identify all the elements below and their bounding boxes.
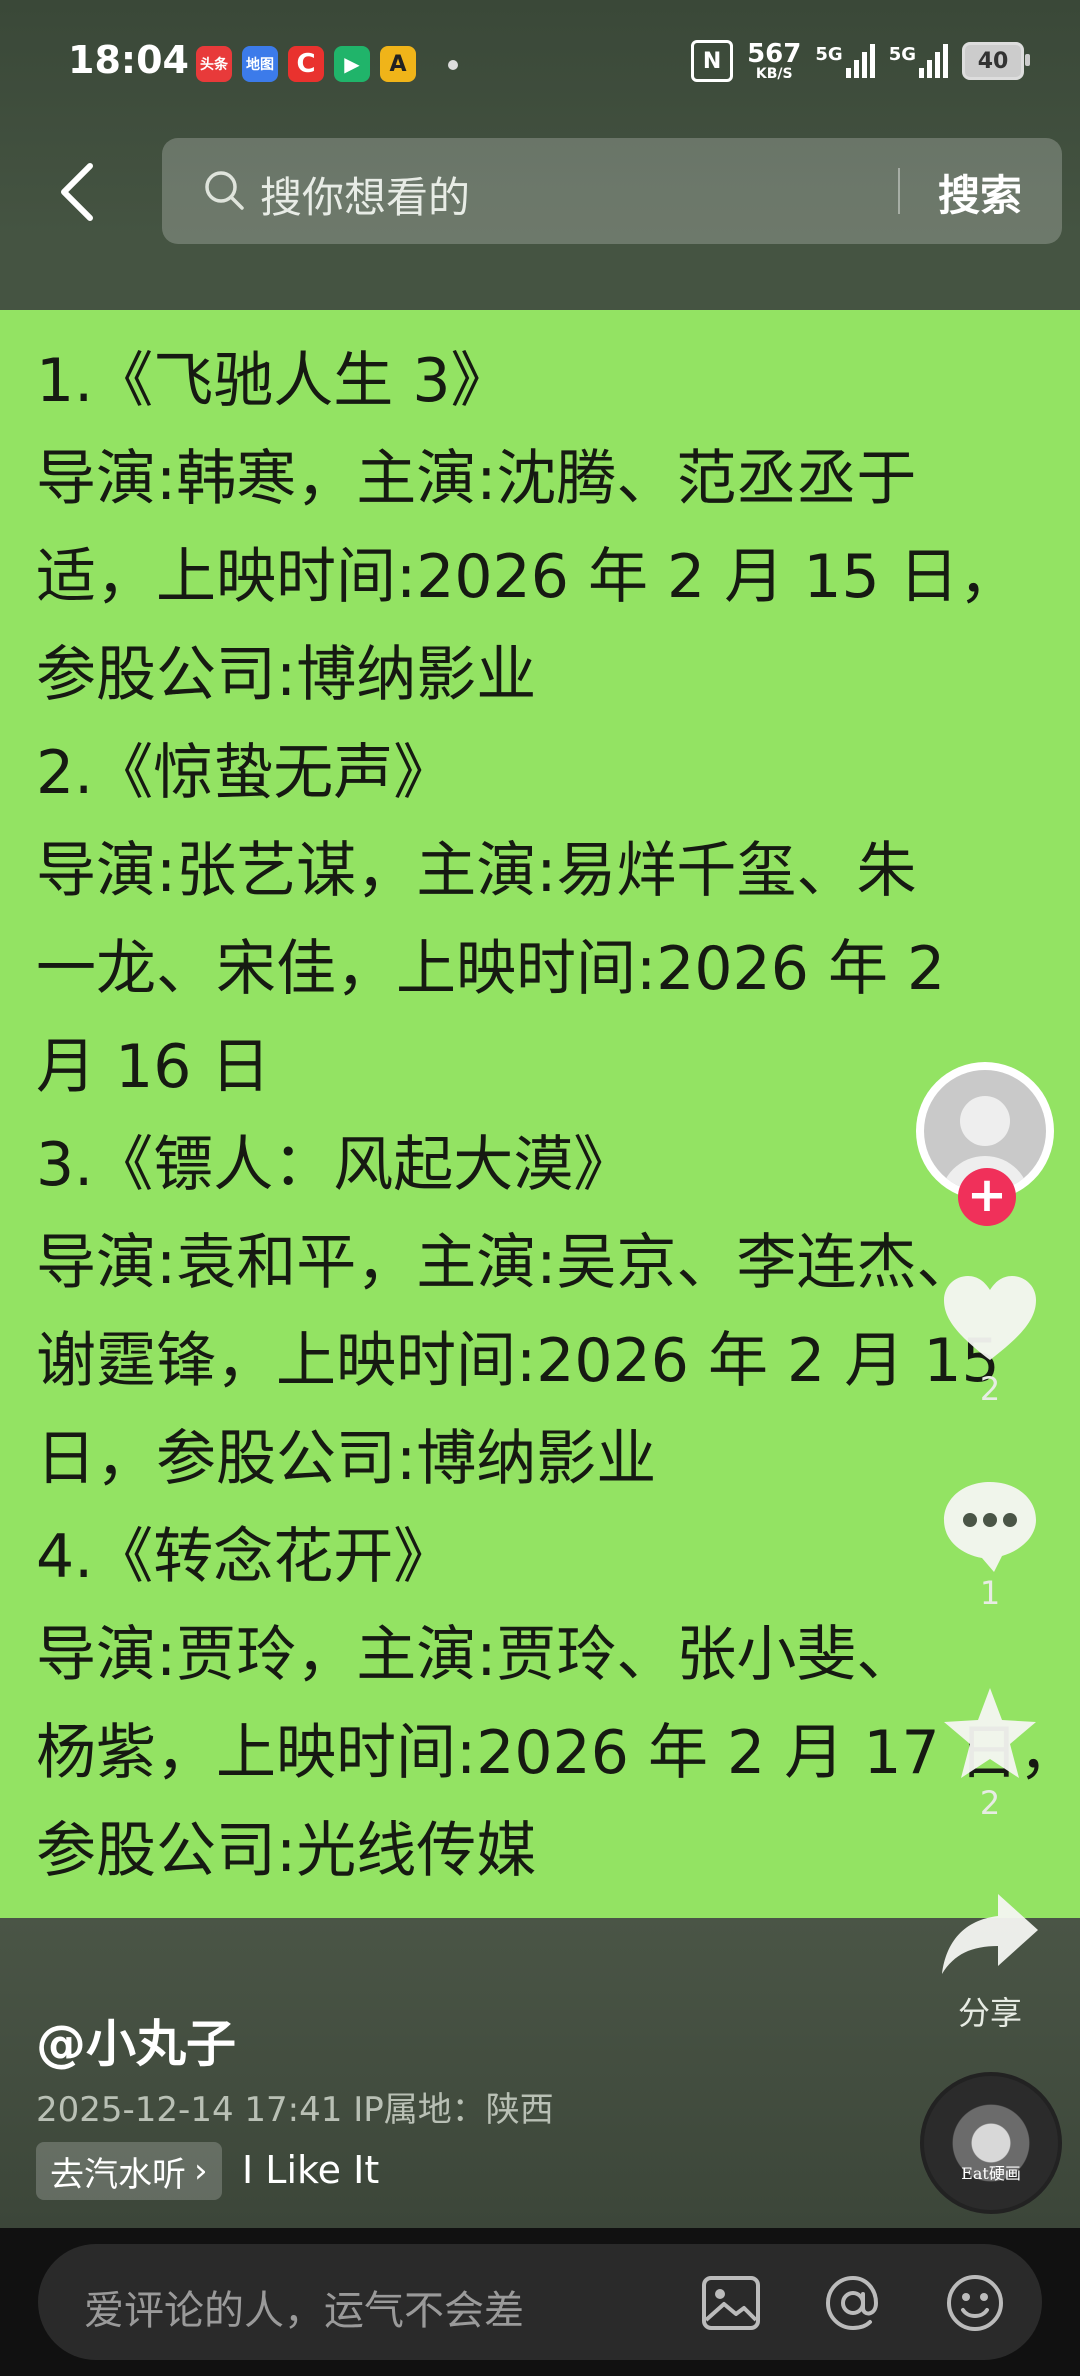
notification-app-icons: 头条 地图 C ▶ A <box>196 46 416 82</box>
c-app-icon: C <box>288 46 324 82</box>
post-line: 参股公司:光线传媒 <box>36 1816 537 1886</box>
listen-in-qishui-button[interactable]: 去汽水听 › <box>36 2142 222 2200</box>
post-line: 4.《转念花开》 <box>36 1522 454 1592</box>
chevron-right-icon: › <box>194 2151 208 2191</box>
mention-icon[interactable] <box>820 2270 886 2336</box>
search-input[interactable]: 搜你想看的 <box>260 164 470 225</box>
signal-sim2-icon: 5G <box>889 44 948 78</box>
status-time: 18:04 <box>68 38 189 82</box>
post-line: 2.《惊蛰无声》 <box>36 738 454 808</box>
post-line: 适，上映时间:2026 年 2 月 15 日， <box>36 542 1019 612</box>
post-line: 导演:贾玲，主演:贾玲、张小斐、 <box>36 1620 917 1690</box>
post-line: 导演:张艺谋，主演:易烊千玺、朱 <box>36 836 917 906</box>
wallet-app-icon: A <box>380 46 416 82</box>
search-divider <box>898 168 900 214</box>
share-label: 分享 <box>957 1994 1022 2032</box>
music-tag-label: 去汽水听 <box>50 2154 186 2195</box>
back-button[interactable] <box>50 158 110 226</box>
like-button[interactable]: 2 <box>930 1268 1050 1408</box>
nfc-icon: N <box>691 40 734 82</box>
post-line: 月 16 日 <box>36 1032 271 1102</box>
comment-input[interactable]: 爱评论的人，运气不会差 <box>84 2278 524 2336</box>
status-bar: 18:04 头条 地图 C ▶ A N 567 KB/S 5G 5G 40 <box>0 0 1080 120</box>
post-line: 导演:袁和平，主演:吴京、李连杰、 <box>36 1228 977 1298</box>
post-line: 日，参股公司:博纳影业 <box>36 1424 657 1494</box>
disc-caption: Eat硬画 <box>961 2164 1021 2183</box>
post-line: 导演:韩寒，主演:沈腾、范丞丞于 <box>36 444 917 514</box>
comment-button[interactable]: 1 <box>930 1472 1050 1612</box>
favorite-count: 2 <box>979 1784 1001 1822</box>
more-notifications-dot <box>448 60 458 70</box>
star-icon <box>944 1688 1036 1778</box>
system-indicators: N 567 KB/S 5G 5G 40 <box>691 39 1030 82</box>
like-count: 2 <box>979 1370 1001 1408</box>
heart-icon <box>944 1276 1036 1360</box>
signal-sim1-icon: 5G <box>815 44 875 78</box>
author-name[interactable]: @小丸子 <box>36 2004 236 2076</box>
post-line: 参股公司:博纳影业 <box>36 640 537 710</box>
comment-input-bar[interactable]: 爱评论的人，运气不会差 <box>38 2244 1042 2360</box>
post-line: 杨紫，上映时间:2026 年 2 月 17 日， <box>36 1718 1079 1788</box>
image-icon[interactable] <box>698 2270 764 2336</box>
share-button[interactable]: 分享 <box>930 1886 1050 2034</box>
search-bar[interactable]: 搜你想看的 搜索 <box>162 138 1062 244</box>
post-line: 3.《镖人：风起大漠》 <box>36 1130 634 1200</box>
music-title[interactable]: I Like It <box>242 2148 379 2192</box>
post-text: 1.《飞驰人生 3》 导演:韩寒，主演:沈腾、范丞丞于 适，上映时间:2026 … <box>36 332 1079 1900</box>
post-line: 谢霆锋，上映时间:2026 年 2 月 15 <box>36 1326 1000 1396</box>
toutiao-app-icon: 头条 <box>196 46 232 82</box>
music-disc[interactable]: Eat硬画 <box>920 2072 1062 2214</box>
emoji-icon[interactable] <box>942 2270 1008 2336</box>
favorite-button[interactable]: 2 <box>930 1682 1050 1822</box>
comment-icon <box>944 1482 1036 1572</box>
post-line: 一龙、宋佳，上映时间:2026 年 2 <box>36 934 946 1004</box>
map-app-icon: 地图 <box>242 46 278 82</box>
post-line: 1.《飞驰人生 3》 <box>36 346 511 416</box>
network-speed: 567 KB/S <box>747 39 802 82</box>
chevron-left-icon <box>61 163 93 221</box>
video-app-icon: ▶ <box>334 46 370 82</box>
search-button[interactable]: 搜索 <box>938 162 1022 223</box>
follow-plus-button[interactable]: + <box>958 1168 1016 1226</box>
search-icon <box>205 171 244 210</box>
post-meta: 2025-12-14 17:41 IP属地：陕西 <box>36 2090 554 2130</box>
battery-icon: 40 <box>962 42 1030 80</box>
share-arrow-icon <box>942 1894 1038 1974</box>
comment-count: 1 <box>979 1574 1001 1612</box>
